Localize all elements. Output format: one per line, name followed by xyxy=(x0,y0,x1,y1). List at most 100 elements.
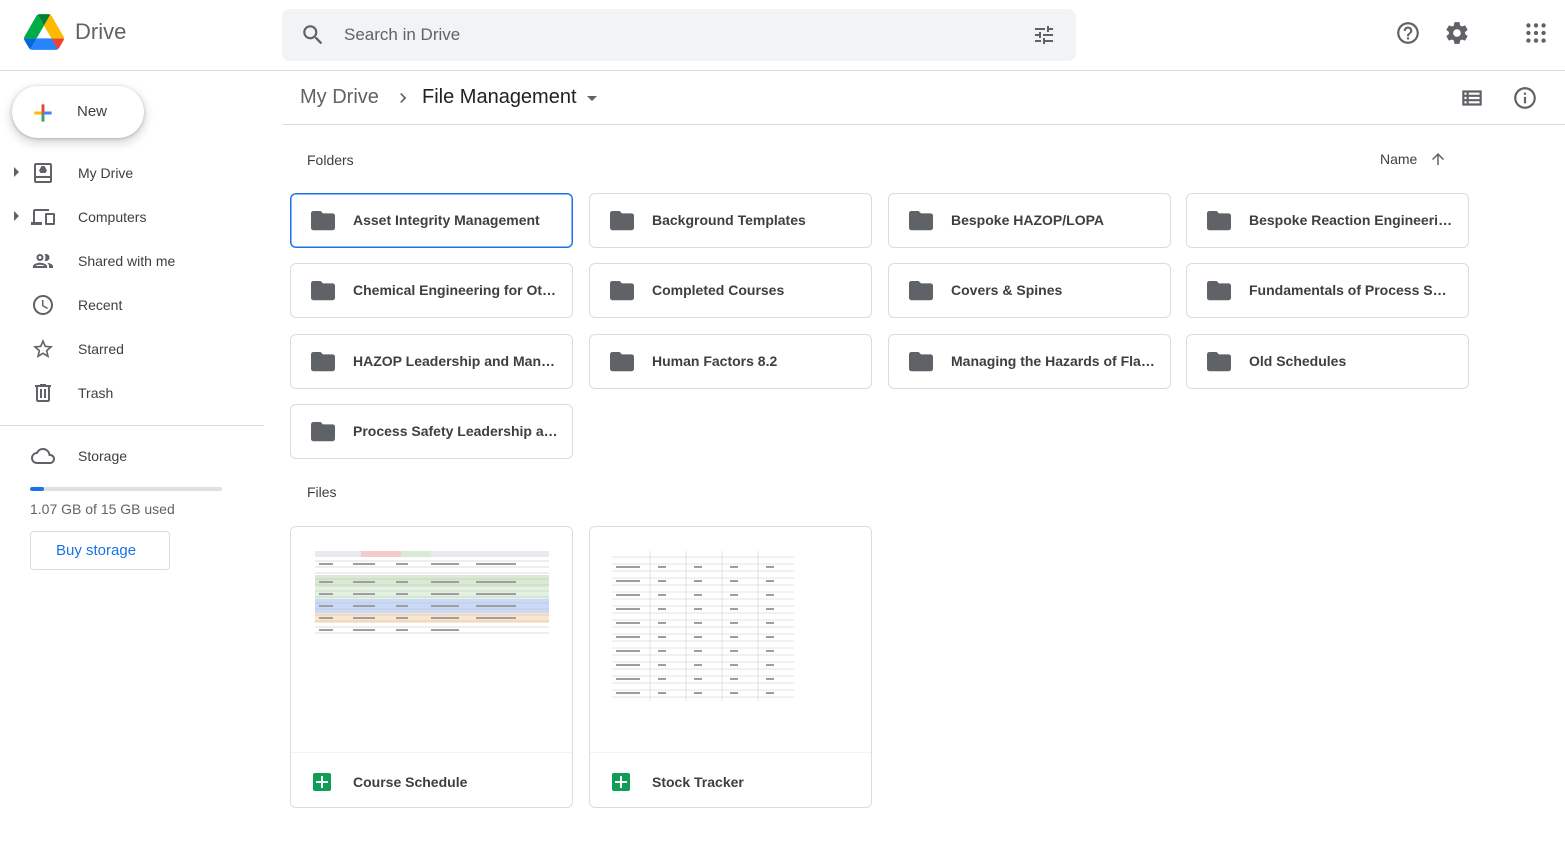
plus-icon xyxy=(34,104,52,122)
folder-name: Fundamentals of Process Safe... xyxy=(1249,282,1454,298)
storage-label: Storage xyxy=(78,448,128,464)
search-icon[interactable] xyxy=(300,22,326,48)
folder-name: HAZOP Leadership and Mana... xyxy=(353,353,558,369)
file-thumbnail xyxy=(590,527,871,752)
sidebar-item-label: My Drive xyxy=(78,165,134,181)
google-sheets-icon xyxy=(313,773,331,791)
folder-icon xyxy=(311,281,335,301)
folder-name: Covers & Spines xyxy=(951,282,1063,298)
folder-name: Process Safety Leadership an... xyxy=(353,423,558,439)
drive-logo[interactable]: Drive xyxy=(24,14,126,50)
folder-icon xyxy=(909,352,933,372)
folder-card[interactable]: Process Safety Leadership an... xyxy=(290,404,573,459)
sidebar-item-label: Shared with me xyxy=(78,253,176,269)
storage-usage-bar xyxy=(30,487,222,491)
folder-name: Bespoke Reaction Engineering xyxy=(1249,212,1454,228)
file-card-stock-tracker[interactable]: Stock Tracker xyxy=(589,526,872,808)
sidebar-item-recent[interactable]: Recent xyxy=(0,285,264,325)
folder-card[interactable]: Chemical Engineering for Othe... xyxy=(290,263,573,318)
new-button[interactable]: New xyxy=(12,86,144,138)
folder-name: Human Factors 8.2 xyxy=(652,353,778,369)
breadcrumb-my-drive[interactable]: My Drive xyxy=(300,86,379,109)
folder-card[interactable]: Background Templates xyxy=(589,193,872,248)
arrow-up-icon[interactable] xyxy=(1429,150,1447,168)
sidebar-item-computers[interactable]: Computers xyxy=(0,197,264,237)
top-bar: Drive Search in Drive xyxy=(0,0,1565,71)
sort-label[interactable]: Name xyxy=(1380,151,1417,167)
folder-icon xyxy=(311,422,335,442)
settings-icon[interactable] xyxy=(1444,20,1470,46)
list-view-icon[interactable] xyxy=(1459,85,1485,111)
trash-icon xyxy=(35,384,51,402)
new-button-label: New xyxy=(77,103,108,120)
sidebar-item-shared-with-me[interactable]: Shared with me xyxy=(0,241,264,281)
my-drive-icon xyxy=(34,163,52,183)
folder-icon xyxy=(909,211,933,231)
folder-icon xyxy=(909,281,933,301)
star-icon xyxy=(33,339,53,358)
folder-card[interactable]: Completed Courses xyxy=(589,263,872,318)
folder-icon xyxy=(1207,281,1231,301)
file-card-footer: Stock Tracker xyxy=(590,752,871,807)
chevron-right-icon xyxy=(400,93,407,103)
main-divider xyxy=(283,124,1565,125)
search-bar[interactable]: Search in Drive xyxy=(282,9,1076,61)
shared-icon xyxy=(33,254,53,268)
help-icon[interactable] xyxy=(1395,20,1421,46)
storage-usage-text: 1.07 GB of 15 GB used xyxy=(30,501,175,517)
sort-control[interactable]: Name xyxy=(1380,150,1447,168)
folder-card[interactable]: Bespoke HAZOP/LOPA xyxy=(888,193,1171,248)
folder-name: Completed Courses xyxy=(652,282,785,298)
file-name: Course Schedule xyxy=(353,774,468,790)
sidebar-item-starred[interactable]: Starred xyxy=(0,329,264,369)
folder-name: Managing the Hazards of Flar... xyxy=(951,353,1156,369)
file-name: Stock Tracker xyxy=(652,774,744,790)
info-icon[interactable] xyxy=(1512,85,1538,111)
folder-icon xyxy=(1207,352,1231,372)
search-options-icon[interactable] xyxy=(1032,23,1056,47)
sidebar-item-trash[interactable]: Trash xyxy=(0,373,264,413)
file-thumbnail xyxy=(291,527,572,752)
cloud-icon xyxy=(31,448,55,464)
google-sheets-icon xyxy=(612,773,630,791)
sidebar-item-label: Starred xyxy=(78,341,124,357)
expand-caret-icon[interactable] xyxy=(14,211,19,221)
computers-icon xyxy=(31,209,55,225)
sidebar-item-storage[interactable]: Storage xyxy=(0,436,264,476)
file-card-footer: Course Schedule xyxy=(291,752,572,807)
expand-caret-icon[interactable] xyxy=(14,167,19,177)
folders-section-label: Folders xyxy=(307,152,354,168)
drive-logo-icon xyxy=(24,14,64,50)
folder-name: Chemical Engineering for Othe... xyxy=(353,282,558,298)
spreadsheet-preview xyxy=(612,551,794,701)
storage-usage-fill xyxy=(30,487,44,491)
sidebar-item-label: Computers xyxy=(78,209,147,225)
folder-card[interactable]: Old Schedules xyxy=(1186,334,1469,389)
folder-icon xyxy=(610,211,634,231)
folder-icon xyxy=(311,352,335,372)
file-card-course-schedule[interactable]: Course Schedule xyxy=(290,526,573,808)
folder-icon xyxy=(1207,211,1231,231)
buy-storage-button[interactable]: Buy storage xyxy=(30,531,170,570)
folder-card[interactable]: Covers & Spines xyxy=(888,263,1171,318)
clock-icon xyxy=(33,295,53,315)
sidebar-item-label: Recent xyxy=(78,297,123,313)
app-title: Drive xyxy=(75,19,127,44)
folder-name: Old Schedules xyxy=(1249,353,1347,369)
folder-card[interactable]: Managing the Hazards of Flar... xyxy=(888,334,1171,389)
folder-card[interactable]: Asset Integrity Management xyxy=(290,193,573,248)
search-input[interactable]: Search in Drive xyxy=(344,25,460,45)
breadcrumb-current-folder[interactable]: File Management xyxy=(422,86,577,109)
chevron-down-icon[interactable] xyxy=(587,96,597,101)
folder-icon xyxy=(610,352,634,372)
spreadsheet-preview xyxy=(315,551,549,637)
sidebar-item-label: Trash xyxy=(78,385,114,401)
folder-card[interactable]: Fundamentals of Process Safe... xyxy=(1186,263,1469,318)
sidebar-item-my-drive[interactable]: My Drive xyxy=(0,153,264,193)
folder-icon xyxy=(311,211,335,231)
folder-card[interactable]: HAZOP Leadership and Mana... xyxy=(290,334,573,389)
apps-grid-icon[interactable] xyxy=(1523,20,1549,46)
folder-card[interactable]: Human Factors 8.2 xyxy=(589,334,872,389)
folder-card[interactable]: Bespoke Reaction Engineering xyxy=(1186,193,1469,248)
buy-storage-label: Buy storage xyxy=(56,542,137,559)
